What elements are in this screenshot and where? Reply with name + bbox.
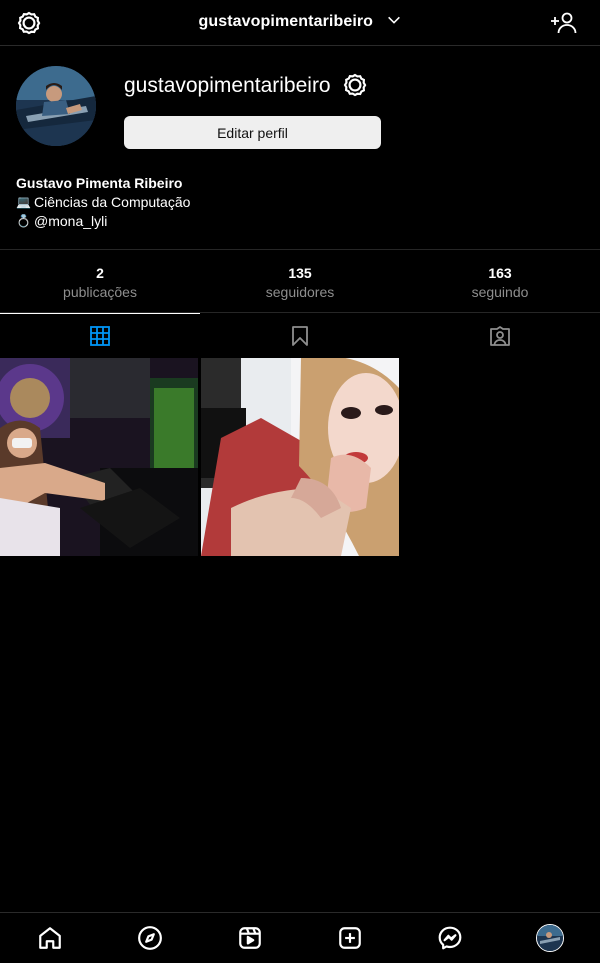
profile-stats: 2 publicações 135 seguidores 163 seguind… (0, 251, 600, 313)
tab-tagged[interactable] (400, 313, 600, 358)
profile-tabs (0, 313, 600, 358)
stat-posts: 2 publicações (0, 251, 200, 312)
account-switcher[interactable]: gustavopimentaribeiro (0, 12, 600, 31)
stat-value: 2 (96, 265, 104, 281)
full-name: Gustavo Pimenta Ribeiro (16, 175, 183, 191)
bio: Gustavo Pimenta Ribeiro 💻 Ciências da Co… (16, 174, 190, 231)
home-icon (39, 927, 61, 949)
nav-profile[interactable] (536, 924, 564, 952)
chevron-down-icon (387, 16, 400, 24)
edit-profile-button[interactable]: Editar perfil (124, 116, 381, 149)
tagged-icon (490, 325, 510, 346)
saved-icon (292, 325, 308, 346)
top-bar: gustavopimentaribeiro (0, 0, 600, 46)
profile-username: gustavopimentaribeiro (124, 74, 331, 97)
ring-emoji: 💍 (16, 214, 31, 228)
header-title: gustavopimentaribeiro (198, 13, 374, 30)
nav-new-post[interactable] (336, 924, 364, 952)
new-post-icon (339, 927, 361, 949)
add-user-icon[interactable] (550, 10, 578, 36)
post-thumbnail[interactable] (0, 358, 198, 556)
bio-line: 💻 Ciências da Computação (16, 193, 190, 212)
grid-icon (90, 325, 110, 346)
messenger-icon (438, 926, 462, 950)
stat-value: 135 (288, 265, 312, 281)
post-thumbnail[interactable] (201, 358, 399, 556)
stat-value: 163 (488, 265, 512, 281)
laptop-emoji: 💻 (16, 195, 31, 209)
stat-label: seguidores (265, 284, 335, 300)
nav-messenger[interactable] (436, 924, 464, 952)
options-gear-icon[interactable] (342, 72, 368, 98)
bottom-nav (0, 912, 600, 963)
avatar[interactable] (16, 66, 96, 146)
nav-reels[interactable] (236, 924, 264, 952)
posts-grid (0, 358, 600, 556)
stat-followers[interactable]: 135 seguidores (200, 251, 400, 312)
explore-icon (138, 926, 162, 950)
nav-explore[interactable] (136, 924, 164, 952)
tab-saved[interactable] (200, 313, 400, 358)
reels-icon (239, 927, 261, 949)
tab-posts[interactable] (0, 313, 200, 358)
bio-line-text: Ciências da Computação (34, 194, 191, 210)
stat-label: seguindo (471, 284, 529, 300)
profile-header: gustavopimentaribeiro Editar perfil Gust… (0, 46, 600, 250)
profile-avatar (536, 924, 564, 952)
nav-home[interactable] (36, 924, 64, 952)
stat-label: publicações (63, 284, 137, 300)
stat-following[interactable]: 163 seguindo (400, 251, 600, 312)
bio-line: 💍 @mona_lyli (16, 212, 190, 231)
mention-link[interactable]: @mona_lyli (34, 212, 107, 231)
